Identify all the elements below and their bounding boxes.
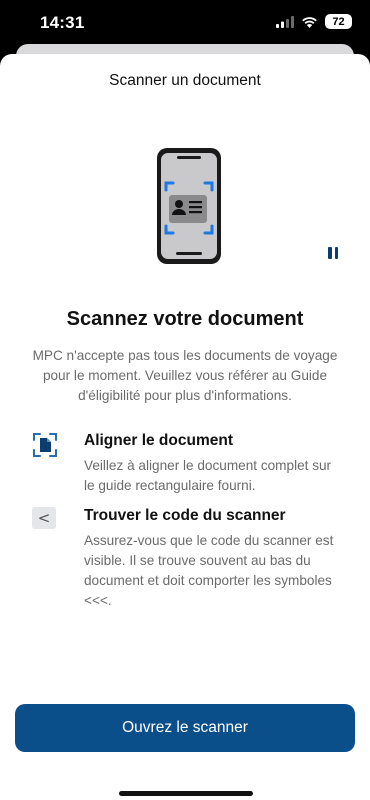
wifi-icon xyxy=(302,16,317,28)
step-title: Trouver le code du scanner xyxy=(84,507,286,524)
step-text: Veillez à aligner le document complet su… xyxy=(84,458,332,493)
home-indicator xyxy=(119,791,253,796)
page-heading: Scannez votre document xyxy=(66,308,304,330)
step-text: Assurez-vous que le code du scanner est … xyxy=(84,533,334,608)
battery-indicator: 72 xyxy=(325,14,352,29)
step-title: Aligner le document xyxy=(84,432,233,449)
status-time: 14:31 xyxy=(40,13,85,32)
chevron-left-icon: < xyxy=(32,507,56,529)
pause-animation-button[interactable] xyxy=(324,244,342,262)
phone-scan-illustration xyxy=(157,148,221,264)
step-align-document: Aligner le document Veillez à aligner le… xyxy=(32,432,342,502)
status-bar: 14:31 72 xyxy=(0,0,370,48)
modal-sheet: Scanner un document Scannez votre docume… xyxy=(0,54,370,800)
open-scanner-button[interactable]: Ouvrez le scanner xyxy=(15,704,355,752)
step-find-scanner-code: < Trouver le code du scanner Assurez-vou… xyxy=(32,507,342,608)
pause-icon xyxy=(328,247,332,259)
sheet-title: Scanner un document xyxy=(109,72,261,89)
status-indicators: 72 xyxy=(276,14,352,29)
cellular-signal-icon xyxy=(276,15,294,28)
pause-icon-bar xyxy=(334,247,338,259)
intro-text: MPC n'accepte pas tous les documents de … xyxy=(32,348,338,403)
document-scan-icon xyxy=(33,433,57,457)
